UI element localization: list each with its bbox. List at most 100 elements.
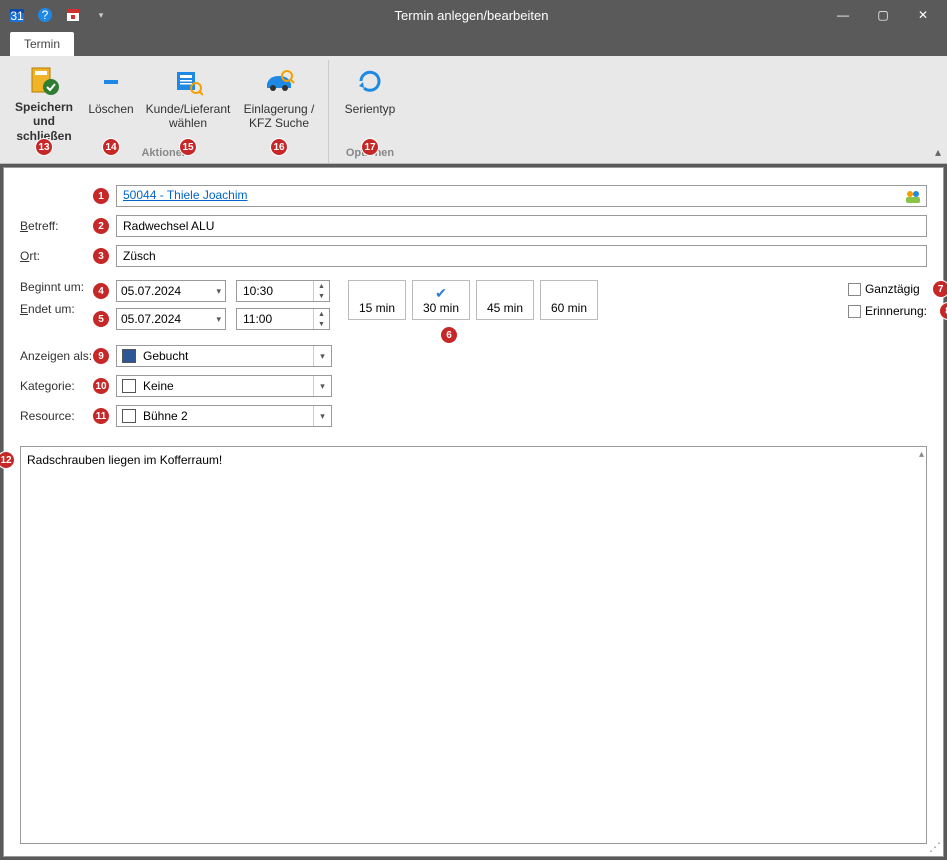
location-input[interactable] <box>116 245 927 267</box>
chevron-down-icon: ▾ <box>313 406 331 426</box>
duration-60-label: 60 min <box>551 301 587 315</box>
delete-button[interactable]: Löschen 14 <box>82 60 140 144</box>
delete-label: Löschen <box>88 102 133 116</box>
all-day-checkbox[interactable]: Ganztägig 7 <box>848 282 920 296</box>
start-date-value: 05.07.2024 <box>121 284 181 298</box>
maximize-button[interactable]: ▢ <box>873 8 893 22</box>
show-as-value: Gebucht <box>141 349 313 363</box>
badge-5: 5 <box>92 310 110 328</box>
close-button[interactable]: ✕ <box>913 8 933 22</box>
chevron-down-icon: ▾ <box>313 346 331 366</box>
badge-8: 8 <box>939 302 947 320</box>
ribbon-group-options: Serientyp 17 Optionen <box>329 60 411 163</box>
duration-15-button[interactable]: ✔ 15 min <box>348 280 406 320</box>
badge-15: 15 <box>179 138 197 156</box>
busy-swatch-icon <box>122 349 136 363</box>
notes-area: 12 ▴ <box>20 446 927 844</box>
subject-input[interactable] <box>116 215 927 237</box>
choose-customer-button[interactable]: Kunde/Lieferant wählen 15 <box>142 60 234 144</box>
start-date-picker[interactable]: 05.07.2024 ▾ <box>116 280 226 302</box>
series-type-button[interactable]: Serientyp 17 <box>335 60 405 144</box>
resource-combo[interactable]: Bühne 2 ▾ <box>116 405 332 427</box>
show-as-combo[interactable]: Gebucht ▾ <box>116 345 332 367</box>
ribbon-collapse-icon[interactable]: ▴ <box>935 145 941 159</box>
badge-6: 6 <box>440 326 458 344</box>
resource-value: Bühne 2 <box>141 409 313 423</box>
end-time-value: 11:00 <box>237 312 313 326</box>
svg-text:?: ? <box>42 8 49 22</box>
form-body: 1 50044 - Thiele Joachim Betreff: 2 Ort: <box>3 167 944 857</box>
resize-grip-icon[interactable]: ⋰ <box>929 840 941 854</box>
car-search-icon <box>262 64 296 98</box>
ribbon: Speichern und schließen 13 Löschen 14 Ku… <box>0 56 947 164</box>
badge-7: 7 <box>932 280 947 298</box>
end-date-picker[interactable]: 05.07.2024 ▾ <box>116 308 226 330</box>
app-calendar-icon[interactable]: 31 <box>8 6 26 24</box>
series-type-label: Serientyp <box>345 102 396 116</box>
duration-15-label: 15 min <box>359 301 395 315</box>
duration-45-button[interactable]: ✔ 45 min <box>476 280 534 320</box>
customer-link-field[interactable]: 50044 - Thiele Joachim <box>116 185 927 207</box>
duration-45-label: 45 min <box>487 301 523 315</box>
duration-buttons: ✔ 15 min ✔ 30 min ✔ 45 min ✔ 60 min <box>348 280 598 320</box>
window-title: Termin anlegen/bearbeiten <box>110 8 833 23</box>
customer-icon <box>171 64 205 98</box>
badge-1: 1 <box>92 187 110 205</box>
badge-2: 2 <box>92 217 110 235</box>
badge-11: 11 <box>92 407 110 425</box>
badge-17: 17 <box>361 138 379 156</box>
reminder-checkbox[interactable]: Erinnerung: 8 <box>848 304 927 318</box>
badge-13: 13 <box>35 138 53 156</box>
all-day-label: Ganztägig <box>865 282 920 296</box>
help-icon[interactable]: ? <box>36 6 54 24</box>
recurrence-icon <box>353 64 387 98</box>
spin-down-icon[interactable]: ▼ <box>314 319 329 329</box>
badge-10: 10 <box>92 377 110 395</box>
qat-dropdown-icon[interactable]: ▾ <box>92 6 110 24</box>
storage-search-button[interactable]: Einlagerung / KFZ Suche 16 <box>236 60 322 144</box>
ribbon-tabs: Termin <box>0 30 947 56</box>
category-swatch-icon <box>122 379 136 393</box>
spin-down-icon[interactable]: ▼ <box>314 291 329 301</box>
end-time-spinner[interactable]: 11:00 ▲▼ <box>236 308 330 330</box>
spin-up-icon[interactable]: ▲ <box>314 281 329 291</box>
ribbon-group-actions: Speichern und schließen 13 Löschen 14 Ku… <box>2 60 329 163</box>
spin-up-icon[interactable]: ▲ <box>314 309 329 319</box>
tab-appointment[interactable]: Termin <box>10 32 74 56</box>
save-close-icon <box>27 64 61 96</box>
checkbox-icon <box>848 283 861 296</box>
svg-text:31: 31 <box>10 9 24 23</box>
checkbox-icon <box>848 305 861 318</box>
start-time-value: 10:30 <box>237 284 313 298</box>
badge-16: 16 <box>270 138 288 156</box>
start-time-spinner[interactable]: 10:30 ▲▼ <box>236 280 330 302</box>
save-close-label: Speichern und schließen <box>10 100 78 143</box>
chevron-down-icon: ▾ <box>216 314 221 325</box>
category-value: Keine <box>141 379 313 393</box>
resource-swatch-icon <box>122 409 136 423</box>
minimize-button[interactable]: — <box>833 8 853 22</box>
end-date-value: 05.07.2024 <box>121 312 181 326</box>
scroll-up-icon[interactable]: ▴ <box>919 449 924 460</box>
badge-9: 9 <box>92 347 110 365</box>
people-icon[interactable] <box>905 188 921 204</box>
storage-search-label: Einlagerung / KFZ Suche <box>238 102 320 131</box>
badge-4: 4 <box>92 282 110 300</box>
chevron-down-icon: ▾ <box>313 376 331 396</box>
duration-30-button[interactable]: ✔ 30 min <box>412 280 470 320</box>
choose-customer-label: Kunde/Lieferant wählen <box>144 102 232 131</box>
badge-12: 12 <box>0 451 15 469</box>
flag-icon[interactable] <box>64 6 82 24</box>
titlebar: 31 ? ▾ Termin anlegen/bearbeiten — ▢ ✕ <box>0 0 947 30</box>
delete-icon <box>94 64 128 98</box>
badge-3: 3 <box>92 247 110 265</box>
duration-30-label: 30 min <box>423 301 459 315</box>
reminder-label: Erinnerung: <box>865 304 927 318</box>
duration-60-button[interactable]: ✔ 60 min <box>540 280 598 320</box>
chevron-down-icon: ▾ <box>216 286 221 297</box>
badge-14: 14 <box>102 138 120 156</box>
category-combo[interactable]: Keine ▾ <box>116 375 332 397</box>
notes-textarea[interactable] <box>21 447 926 843</box>
save-and-close-button[interactable]: Speichern und schließen 13 <box>8 60 80 144</box>
appointment-dialog: 31 ? ▾ Termin anlegen/bearbeiten — ▢ ✕ T… <box>0 0 947 860</box>
